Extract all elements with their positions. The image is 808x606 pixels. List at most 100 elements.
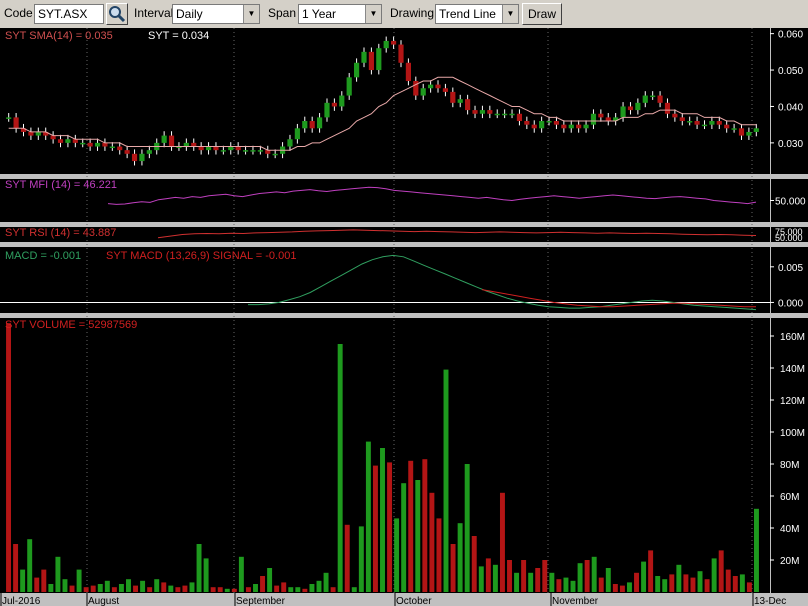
- candle-body: [635, 102, 641, 111]
- volume-tick-label: 160M: [780, 332, 805, 343]
- volume-bar: [140, 580, 146, 592]
- volume-bar: [478, 566, 484, 592]
- chevron-down-icon[interactable]: ▼: [502, 5, 518, 23]
- candle-body: [753, 128, 759, 132]
- candle-body: [650, 95, 656, 98]
- volume-bar: [13, 544, 19, 592]
- candle-body: [272, 153, 278, 156]
- volume-bar: [542, 560, 548, 592]
- candle-body: [679, 117, 685, 122]
- interval-select[interactable]: Daily ▼: [172, 4, 260, 24]
- volume-bar: [288, 587, 294, 592]
- candle-body: [583, 124, 589, 129]
- candle-body: [672, 113, 678, 118]
- candle-body: [50, 135, 56, 140]
- volume-bar: [118, 584, 124, 592]
- candle-body: [368, 51, 374, 71]
- volume-bar: [330, 587, 336, 592]
- volume-bar: [697, 571, 703, 592]
- volume-bar: [619, 585, 625, 592]
- candle-body: [664, 102, 671, 114]
- volume-bar: [577, 563, 583, 592]
- volume-tick-label: 80M: [780, 460, 799, 471]
- volume-bar: [154, 579, 160, 592]
- candle-body: [724, 124, 730, 129]
- candle-body: [576, 124, 582, 129]
- volume-tick-label: 60M: [780, 492, 799, 503]
- chevron-down-icon[interactable]: ▼: [365, 5, 381, 23]
- volume-bar: [429, 492, 435, 592]
- candle-body: [376, 48, 382, 71]
- candle-body: [709, 121, 715, 125]
- price-tick-label: 0.030: [778, 139, 803, 150]
- volume-bar: [295, 587, 301, 592]
- candle-body: [346, 77, 352, 96]
- volume-bar: [210, 587, 216, 592]
- volume-tick-label: 100M: [780, 428, 805, 439]
- volume-bar: [27, 539, 33, 592]
- candle-body: [383, 40, 389, 49]
- candle-body: [590, 113, 597, 125]
- volume-bar: [380, 448, 385, 592]
- candle-body: [28, 131, 34, 136]
- volume-bar: [238, 556, 244, 592]
- volume-bar: [224, 588, 230, 592]
- volume-bar: [408, 460, 414, 592]
- volume-bar: [83, 587, 89, 592]
- candle-body: [561, 124, 567, 129]
- candle-body: [354, 62, 360, 78]
- volume-bar: [358, 526, 364, 592]
- candle-body: [131, 153, 138, 162]
- candle-body: [457, 99, 463, 103]
- volume-bar: [168, 585, 174, 592]
- volume-bar: [267, 568, 273, 592]
- candle-body: [228, 146, 234, 151]
- mfi-label: SYT MFI (14) = 46.221: [5, 179, 117, 191]
- candle-body: [146, 150, 152, 154]
- volume-bar: [549, 572, 555, 592]
- volume-bar: [563, 577, 569, 592]
- macd-signal-label: SYT MACD (13,26,9) SIGNAL = -0.001: [106, 250, 296, 262]
- price-tick-label: 0.060: [778, 30, 803, 41]
- candle-body: [191, 142, 197, 147]
- volume-tick-label: 120M: [780, 396, 805, 407]
- candle-body: [657, 95, 663, 103]
- volume-bar: [711, 558, 717, 592]
- x-tick-label: November: [552, 596, 599, 606]
- candle-body: [57, 139, 64, 143]
- code-input[interactable]: SYT.ASX: [34, 4, 104, 24]
- volume-label: SYT VOLUME = 52987569: [5, 319, 137, 331]
- volume-bar: [62, 579, 68, 592]
- drawing-select[interactable]: Trend Line ▼: [435, 4, 519, 24]
- volume-bar: [245, 587, 251, 592]
- draw-button[interactable]: Draw: [522, 3, 563, 25]
- span-select[interactable]: 1 Year ▼: [298, 4, 382, 24]
- x-tick-label: August: [88, 596, 119, 606]
- mfi-tick-label: 50.000: [775, 197, 806, 208]
- candle-body: [546, 121, 552, 123]
- x-tick-label: Jul-2016: [2, 596, 41, 606]
- chevron-down-icon[interactable]: ▼: [243, 5, 259, 23]
- volume-bar: [690, 577, 696, 592]
- candle-body: [198, 146, 204, 151]
- candle-body: [213, 146, 219, 151]
- candle-body: [6, 117, 12, 119]
- search-icon[interactable]: [106, 3, 128, 25]
- candle-body: [242, 150, 249, 152]
- volume-bar: [655, 576, 661, 592]
- volume-bar: [648, 550, 654, 592]
- x-tick-label: September: [236, 596, 286, 606]
- interval-value: Daily: [176, 7, 203, 21]
- candle-body: [183, 142, 189, 147]
- volume-bar: [471, 536, 477, 592]
- span-label: Span: [268, 6, 297, 20]
- x-tick-label: October: [396, 596, 432, 606]
- volume-bar: [147, 587, 153, 592]
- volume-bar: [34, 577, 40, 592]
- chart-area[interactable]: SYT SMA(14) = 0.035 SYT = 0.034 SYT MFI …: [0, 28, 808, 606]
- volume-bar: [231, 588, 237, 592]
- candle-body: [309, 121, 315, 129]
- macd-tick-label: 0.000: [778, 298, 803, 309]
- volume-bar: [387, 462, 393, 592]
- volume-bar: [316, 580, 322, 592]
